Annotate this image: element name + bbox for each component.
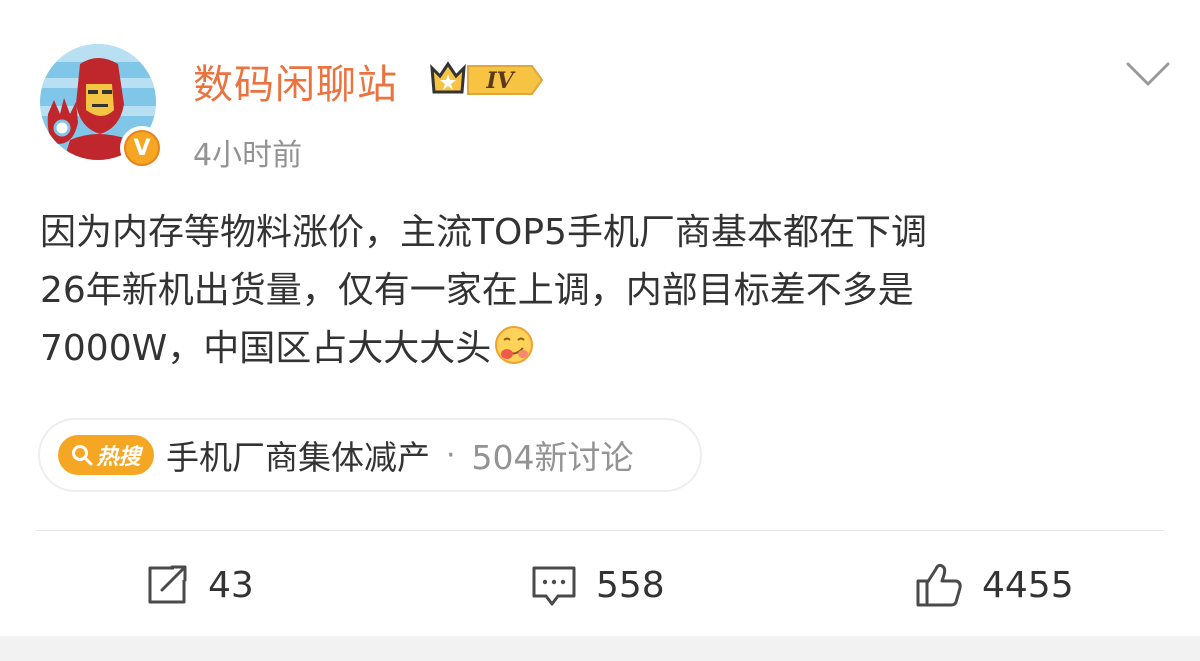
- divider: [36, 530, 1164, 531]
- search-icon: [72, 445, 93, 466]
- hot-search-discussion-count: 504新讨论: [471, 438, 634, 477]
- like-button[interactable]: 4455: [914, 560, 1074, 610]
- verified-badge-label: V: [124, 130, 160, 166]
- repost-count: 43: [208, 564, 254, 606]
- post-content-line-last: 7000W，中国区占大大大头: [40, 320, 1170, 378]
- hot-search-title: 手机厂商集体减产: [166, 438, 430, 477]
- chevron-down-icon[interactable]: [1124, 58, 1172, 90]
- repost-icon: [148, 565, 187, 604]
- level-badge[interactable]: IV: [428, 58, 546, 102]
- thumbs-up-icon: [916, 563, 962, 607]
- post-content-line-text: 7000W，中国区占大大大头: [40, 328, 492, 369]
- hot-search-link[interactable]: 热搜 手机厂商集体减产 · 504新讨论: [38, 418, 702, 492]
- repost-button[interactable]: 43: [144, 560, 254, 610]
- drooling-face-emoji: [493, 324, 535, 366]
- comment-button[interactable]: 558: [530, 560, 665, 610]
- post-content-line: 因为内存等物料涨价，主流TOP5手机厂商基本都在下调: [40, 212, 927, 253]
- username[interactable]: 数码闲聊站: [193, 52, 398, 110]
- feed-separator: [0, 636, 1200, 661]
- hot-search-separator: ·: [446, 437, 456, 473]
- weibo-post-card: V 数码闲聊站 IV 4小时前 因为内存等物料涨价，主流TOP5手机厂商基本都在…: [0, 0, 1200, 636]
- comment-icon: [532, 566, 576, 606]
- like-count: 4455: [982, 564, 1074, 606]
- verified-badge: V: [120, 126, 164, 170]
- hot-search-tag-label: 热搜: [96, 445, 141, 470]
- comment-count: 558: [596, 564, 665, 606]
- post-content-line: 26年新机出货量，仅有一家在上调，内部目标差不多是: [40, 270, 914, 311]
- level-badge-label: IV: [485, 68, 515, 94]
- post-timestamp: 4小时前: [193, 138, 303, 173]
- hot-search-tag: 热搜: [58, 435, 154, 475]
- avatar[interactable]: V: [40, 44, 164, 170]
- post-content: 因为内存等物料涨价，主流TOP5手机厂商基本都在下调 26年新机出货量，仅有一家…: [40, 204, 1170, 378]
